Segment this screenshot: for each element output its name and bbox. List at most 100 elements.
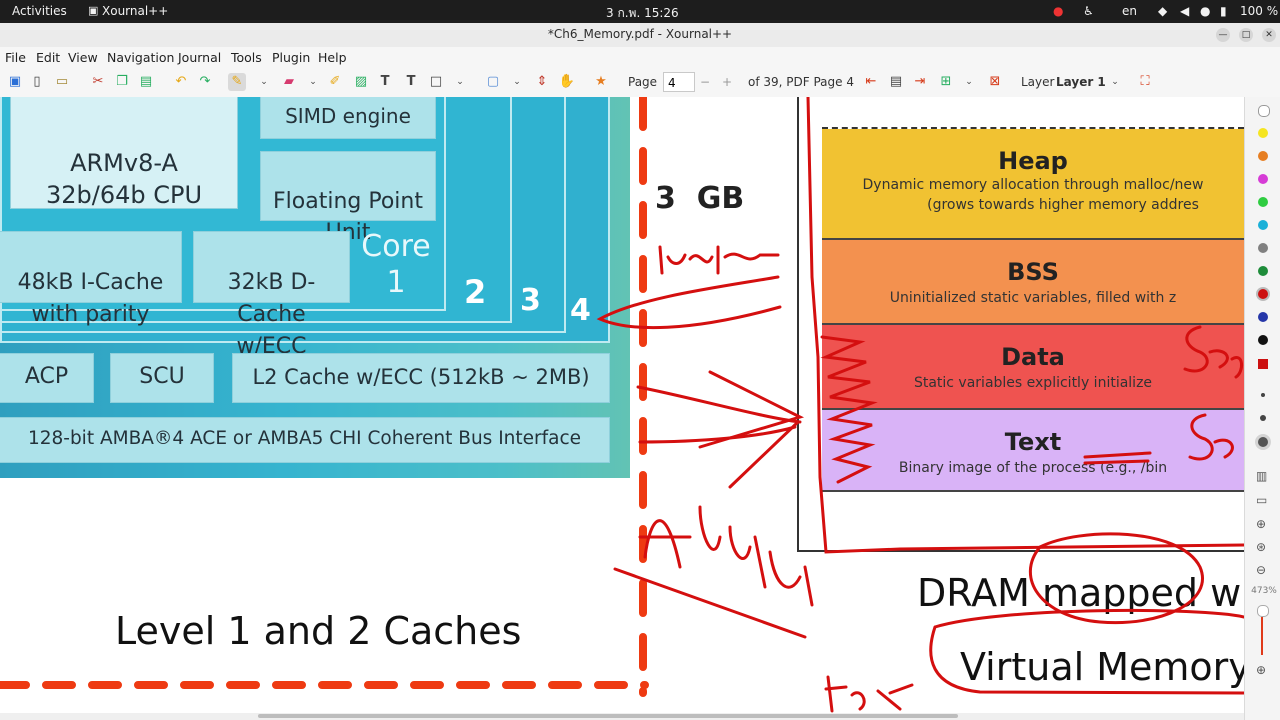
text-tool-icon[interactable]: T	[376, 73, 394, 91]
maximize-icon[interactable]: □	[1239, 28, 1253, 42]
zoom-level-text: 473%	[1251, 586, 1277, 596]
open-folder-icon[interactable]: ▭	[53, 73, 71, 91]
minimize-icon[interactable]: —	[1216, 28, 1230, 42]
menu-edit[interactable]: Edit	[36, 50, 60, 65]
color-swatch-red-selected[interactable]	[1258, 289, 1268, 299]
page-label: Page	[628, 75, 658, 89]
horizontal-scrollbar-thumb[interactable]	[258, 714, 958, 718]
save-icon[interactable]: ▣	[6, 73, 24, 91]
battery-icon[interactable]: ▮	[1220, 4, 1227, 18]
ink-underline-text	[1083, 451, 1152, 465]
paste-icon[interactable]: ▤	[137, 73, 155, 91]
menu-navigation[interactable]: Navigation	[107, 50, 174, 65]
new-document-icon[interactable]: ▯	[28, 73, 46, 91]
redo-icon[interactable]: ↷	[196, 73, 214, 91]
main-toolbar: ▣ ▯ ▭ ✂ ❐ ▤ ↶ ↷ ✎ ⌄ ▰ ⌄ ✐ ▨ T T □ ⌄ ▢ ⌄ …	[0, 67, 1280, 98]
menu-file[interactable]: File	[5, 50, 26, 65]
layer-label: Layer	[1021, 75, 1055, 89]
page-number-input[interactable]: 4	[663, 72, 695, 92]
select-rect-icon[interactable]: ▢	[484, 73, 502, 91]
menu-tools[interactable]: Tools	[231, 50, 262, 65]
copy-icon[interactable]: ❐	[113, 73, 131, 91]
zoom-out-icon[interactable]: ⊖	[1256, 563, 1266, 577]
floating-toolbox-icon[interactable]: ★	[592, 73, 610, 91]
shape-dropdown-chevron-icon[interactable]: ⌄	[451, 73, 469, 91]
delete-page-icon[interactable]: ⊠	[986, 73, 1004, 91]
app-menu-label[interactable]: Xournal++	[102, 4, 168, 18]
color-swatch-green[interactable]	[1258, 197, 1268, 207]
menu-bar: File Edit View Navigation Journal Tools …	[0, 47, 1280, 67]
record-indicator-icon[interactable]: ●	[1053, 4, 1063, 18]
zoom-slider-handle[interactable]	[1257, 605, 1269, 617]
zoom-in-small-icon[interactable]: ⊕	[1256, 663, 1266, 677]
microphone-icon[interactable]: ●	[1200, 4, 1210, 18]
system-top-bar: Activities ▣ Xournal++ 3 ก.พ. 15:26 ● ♿ …	[0, 0, 1280, 23]
zoom-fit-icon[interactable]: ⊛	[1256, 540, 1266, 554]
goto-page-icon[interactable]: ▤	[887, 73, 905, 91]
big-bracket-stroke	[806, 97, 1244, 554]
color-swatch-gray[interactable]	[1258, 243, 1268, 253]
page-decrement-button[interactable]: −	[700, 75, 710, 89]
window-title: *Ch6_Memory.pdf - Xournal++	[547, 27, 733, 41]
pen-dropdown-chevron-icon[interactable]: ⌄	[255, 73, 273, 91]
hatch-marks-stroke	[820, 335, 878, 484]
zoom-slider-track[interactable]	[1261, 617, 1263, 655]
right-sidebar: ▥ ▭ ⊕ ⊛ ⊖ 473% ⊕	[1244, 97, 1280, 720]
clock[interactable]: 3 ก.พ. 15:26	[606, 4, 679, 23]
color-swatch-white[interactable]	[1258, 105, 1270, 117]
volume-icon[interactable]: ◀	[1180, 4, 1189, 18]
undo-icon[interactable]: ↶	[172, 73, 190, 91]
document-canvas[interactable]: ARMv8-A 32b/64b CPU SIMD engine Floating…	[0, 97, 1244, 713]
highlighter-tool-icon[interactable]: ✐	[326, 73, 344, 91]
last-page-icon[interactable]: ⇥	[911, 73, 929, 91]
shape-tool-icon[interactable]: □	[427, 73, 445, 91]
thin-size-icon[interactable]	[1261, 393, 1265, 397]
color-swatch-orange[interactable]	[1258, 151, 1268, 161]
two-pages-icon[interactable]: ▥	[1256, 469, 1267, 483]
menu-help[interactable]: Help	[318, 50, 347, 65]
page-increment-button[interactable]: +	[722, 75, 732, 89]
first-page-icon[interactable]: ⇤	[862, 73, 880, 91]
fullscreen-icon[interactable]: ⛶	[1136, 73, 1154, 91]
thick-size-icon[interactable]	[1258, 437, 1268, 447]
menu-plugin[interactable]: Plugin	[272, 50, 310, 65]
wifi-icon[interactable]: ◆	[1158, 4, 1167, 18]
page-count-text: of 39, PDF Page 4	[748, 75, 854, 89]
pen-tool-icon[interactable]: ✎	[228, 73, 246, 91]
menu-journal[interactable]: Journal	[178, 50, 221, 65]
ink-text-for	[824, 675, 914, 713]
language-indicator[interactable]: en	[1122, 4, 1137, 18]
layer-dropdown-chevron-icon[interactable]: ⌄	[1106, 73, 1124, 91]
horizontal-scrollbar[interactable]	[0, 713, 1244, 720]
color-swatch-cyan[interactable]	[1258, 220, 1268, 230]
app-icon: ▣	[88, 4, 99, 17]
hand-tool-icon[interactable]: ✋	[558, 73, 576, 91]
close-icon[interactable]: ✕	[1262, 28, 1276, 42]
eraser-tool-icon[interactable]: ▰	[280, 73, 298, 91]
color-swatch-yellow[interactable]	[1258, 128, 1268, 138]
vertical-space-icon[interactable]: ⇕	[533, 73, 551, 91]
current-color-icon[interactable]	[1258, 359, 1268, 369]
color-swatch-magenta[interactable]	[1258, 174, 1268, 184]
layer-select[interactable]: Layer 1	[1056, 75, 1106, 89]
arrow-middle-stroke	[636, 370, 805, 449]
activities-button[interactable]: Activities	[12, 4, 67, 18]
select-dropdown-chevron-icon[interactable]: ⌄	[508, 73, 526, 91]
presentation-icon[interactable]: ▭	[1256, 493, 1267, 507]
accessibility-icon[interactable]: ♿	[1083, 4, 1094, 18]
eraser-dropdown-chevron-icon[interactable]: ⌄	[304, 73, 322, 91]
color-swatch-blue[interactable]	[1258, 312, 1268, 322]
ink-text-instruction	[658, 245, 780, 275]
zoom-in-icon[interactable]: ⊕	[1256, 517, 1266, 531]
cut-icon[interactable]: ✂	[89, 73, 107, 91]
color-swatch-black[interactable]	[1258, 335, 1268, 345]
menu-view[interactable]: View	[68, 50, 98, 65]
insert-page-icon[interactable]: ⊞	[937, 73, 955, 91]
medium-size-icon[interactable]	[1260, 415, 1266, 421]
image-tool-icon[interactable]: ▨	[352, 73, 370, 91]
latex-tool-icon[interactable]: T	[402, 73, 420, 91]
color-swatch-dark-green[interactable]	[1258, 266, 1268, 276]
insert-page-dropdown-chevron-icon[interactable]: ⌄	[960, 73, 978, 91]
ink-text-seg-2	[1188, 413, 1234, 461]
arrow-top-stroke	[596, 275, 782, 330]
